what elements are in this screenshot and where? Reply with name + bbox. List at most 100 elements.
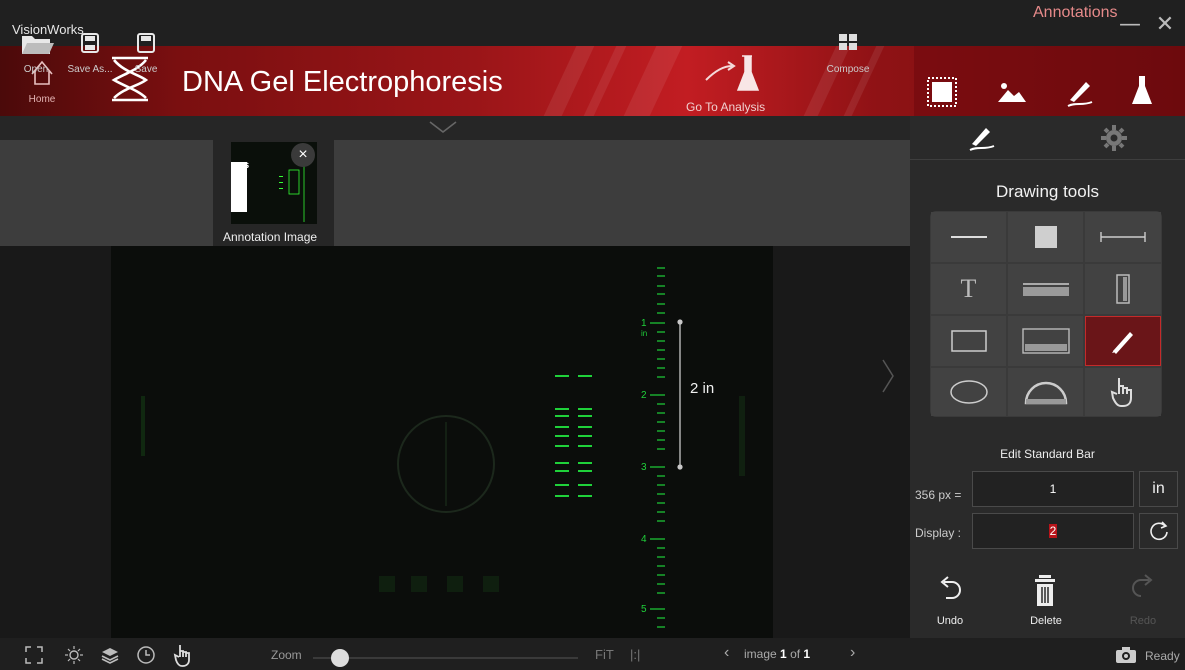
hand-pointer-icon: [1110, 378, 1132, 407]
redo-icon: [1132, 574, 1153, 597]
undo-label: Undo: [936, 615, 964, 627]
rectangle-outline-icon: [950, 330, 987, 352]
ruler-tool-button[interactable]: [1008, 264, 1083, 314]
flask-icon[interactable]: [1124, 72, 1160, 108]
save-as-button[interactable]: Save As...: [62, 28, 118, 88]
redo-button[interactable]: Redo: [1108, 572, 1178, 632]
app-window: VisionWorks — ✕ Home DNA Gel Electrophor…: [0, 0, 1185, 670]
ruler-box-tool-button[interactable]: [1008, 316, 1083, 366]
filled-square-icon: [1034, 226, 1057, 248]
annotation-image-thumbnail[interactable]: ens × Annotation Image: [213, 140, 334, 246]
open-button[interactable]: Open: [14, 28, 58, 88]
zoom-slider-track[interactable]: [313, 657, 578, 659]
chevron-down-icon[interactable]: [428, 118, 458, 136]
ellipse-tool-button[interactable]: [931, 368, 1006, 416]
measure-label: 2 in: [690, 380, 714, 397]
chip-icon[interactable]: [924, 74, 960, 110]
line-icon: [950, 236, 987, 238]
fit-button[interactable]: FiT: [595, 647, 614, 662]
measure-annotation[interactable]: 2 in: [677, 319, 714, 470]
display-value-field[interactable]: 2: [972, 513, 1134, 549]
pen-annotate-icon[interactable]: [1062, 74, 1098, 110]
tab-drawing-pen-icon[interactable]: [964, 120, 1000, 156]
thumbnail-label: Annotation Image: [223, 230, 318, 244]
app-title: DNA Gel Electrophoresis: [182, 66, 503, 98]
hand-icon[interactable]: [172, 643, 196, 667]
status-ready: Ready: [1145, 649, 1180, 663]
drawing-tools-title: Drawing tools: [996, 182, 1099, 201]
freehand-pen-tool-button[interactable]: [1085, 316, 1161, 366]
image-icon[interactable]: [994, 74, 1030, 110]
go-to-analysis-button[interactable]: Go To Analysis: [676, 52, 786, 114]
ruler-number-2: 2: [641, 390, 647, 401]
undo-button[interactable]: Undo: [915, 572, 985, 632]
gel-svg: 1 in 2 3 4 5 2 in: [141, 267, 745, 628]
save-as-label: Save As...: [67, 64, 113, 75]
clock-icon[interactable]: [136, 645, 156, 665]
close-button[interactable]: ✕: [1153, 14, 1177, 36]
display-value-text: 2: [1048, 524, 1058, 538]
text-tool-button[interactable]: T: [931, 264, 1006, 314]
file-toolbar: [0, 140, 910, 246]
tab-settings-gear-icon[interactable]: [1096, 120, 1132, 156]
chevron-right-icon[interactable]: [878, 356, 898, 396]
image-pager: image 1 of 1: [744, 647, 810, 661]
pencil-icon: [1112, 332, 1133, 354]
refresh-icon: [1149, 521, 1168, 541]
brightness-icon[interactable]: [64, 645, 84, 665]
dimension-line-tool-button[interactable]: [1085, 212, 1161, 262]
line-tool-button[interactable]: [931, 212, 1006, 262]
dimension-line-icon: [1100, 232, 1146, 242]
pan-hand-tool-button[interactable]: [1085, 368, 1161, 416]
refresh-button[interactable]: [1139, 513, 1178, 549]
rectangle-tool-button[interactable]: [931, 316, 1006, 366]
gel-image[interactable]: 1 in 2 3 4 5 2 in: [111, 246, 773, 638]
ruler-unit-label: in: [641, 329, 647, 338]
delete-label: Delete: [1030, 615, 1062, 627]
ruler-box-icon: [1021, 328, 1070, 354]
vertical-ruler-tool-button[interactable]: [1085, 264, 1161, 314]
minimize-button[interactable]: —: [1118, 14, 1142, 36]
open-label: Open: [23, 64, 49, 75]
px-label: 356 px =: [915, 488, 962, 502]
save-button[interactable]: Save: [124, 28, 168, 88]
compose-label: Compose: [826, 64, 870, 75]
fullscreen-icon[interactable]: [24, 645, 44, 665]
pager-current: 1: [780, 647, 787, 661]
save-as-icon: [81, 33, 99, 53]
one-to-one-button[interactable]: |:|: [630, 647, 640, 662]
zoom-slider-knob[interactable]: [330, 649, 349, 667]
next-image-button[interactable]: ›: [850, 644, 855, 662]
drawing-tools-grid: T: [930, 211, 1162, 417]
layers-icon[interactable]: [100, 645, 120, 665]
edit-standard-bar-title: Edit Standard Bar: [1000, 447, 1095, 461]
title-bar: VisionWorks — ✕: [0, 0, 1185, 46]
ruler-number-1: 1: [641, 318, 647, 329]
gel-bands: [555, 375, 592, 497]
vertical-ruler-icon: [1116, 274, 1130, 304]
pager-prefix: image: [744, 647, 777, 661]
zoom-label: Zoom: [271, 648, 302, 662]
go-to-analysis-label: Go To Analysis: [686, 100, 766, 114]
save-icon: [137, 33, 155, 53]
trash-icon: [1035, 575, 1055, 606]
standard-value-field[interactable]: 1: [972, 471, 1134, 507]
protractor-tool-button[interactable]: [1008, 368, 1083, 416]
filled-rect-tool-button[interactable]: [1008, 212, 1083, 262]
pager-total: 1: [803, 647, 811, 661]
thumbnail-close-button[interactable]: ×: [291, 143, 315, 167]
prev-image-button[interactable]: ‹: [724, 644, 729, 662]
ruler-number-3: 3: [641, 462, 647, 473]
delete-button[interactable]: Delete: [1011, 572, 1081, 632]
compose-button[interactable]: Compose: [820, 28, 876, 88]
camera-icon[interactable]: [1114, 645, 1138, 665]
flask-arrow-icon: [705, 55, 760, 91]
grid-compose-icon: [839, 34, 857, 50]
redo-label: Redo: [1129, 615, 1157, 627]
unit-button[interactable]: in: [1139, 471, 1178, 507]
display-label: Display :: [915, 526, 962, 540]
ellipse-icon: [949, 380, 988, 404]
thumbnail-snippet: ens: [232, 160, 250, 171]
home-label: Home: [28, 94, 56, 105]
ruler-number-5: 5: [641, 604, 647, 615]
